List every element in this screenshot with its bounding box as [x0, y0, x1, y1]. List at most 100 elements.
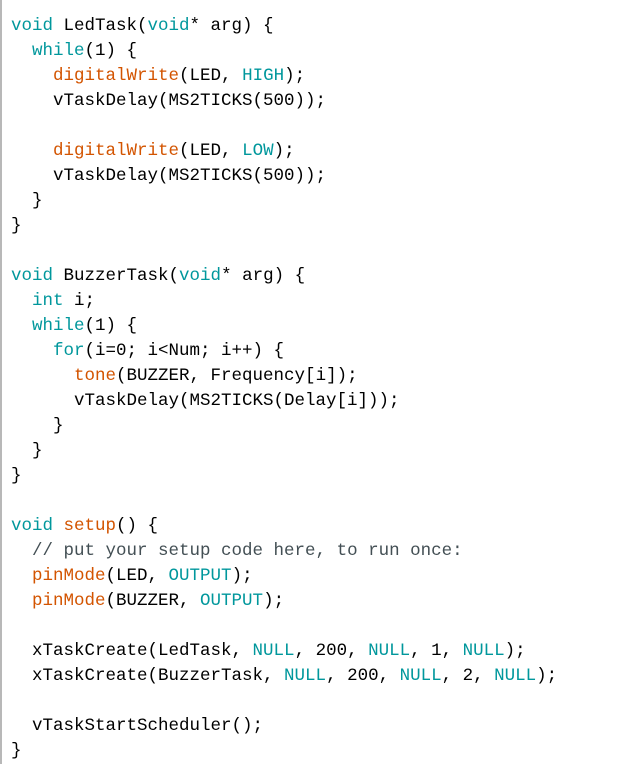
code-token: ); [273, 141, 295, 161]
code-token: (LED, [179, 66, 243, 86]
code-token: * arg) { [189, 16, 274, 36]
code-token: ); [504, 641, 526, 661]
code-token: vTaskDelay(MS2TICKS(500)); [11, 91, 327, 111]
code-token: BuzzerTask( [53, 266, 180, 286]
function-token: pinMode [32, 566, 106, 586]
code-line: while(1) { [11, 39, 557, 64]
code-line: } [11, 464, 557, 489]
code-token: (i=0; i<Num; i++) { [84, 341, 285, 361]
keyword-token: NULL [494, 666, 537, 686]
keyword-token: void [147, 16, 190, 36]
code-token: , 200, [326, 666, 400, 686]
function-token: setup [63, 516, 117, 536]
code-token: , 2, [441, 666, 495, 686]
keyword-token: NULL [462, 641, 505, 661]
code-line: void LedTask(void* arg) { [11, 14, 557, 39]
code-line: xTaskCreate(BuzzerTask, NULL, 200, NULL,… [11, 664, 557, 689]
code-line: } [11, 214, 557, 239]
keyword-token: void [11, 516, 54, 536]
code-editor[interactable]: void LedTask(void* arg) { while(1) { dig… [0, 0, 623, 764]
code-token: xTaskCreate(BuzzerTask, [11, 666, 285, 686]
comment-token: // put your setup code here, to run once… [32, 541, 463, 561]
function-token: digitalWrite [53, 141, 180, 161]
keyword-token: OUTPUT [168, 566, 232, 586]
code-token: ); [536, 666, 558, 686]
code-line: } [11, 414, 557, 439]
code-line: int i; [11, 289, 557, 314]
code-token: * arg) { [221, 266, 306, 286]
code-line: } [11, 189, 557, 214]
code-token: (BUZZER, Frequency[i]); [116, 366, 358, 386]
code-line: digitalWrite(LED, HIGH); [11, 64, 557, 89]
code-line: vTaskDelay(MS2TICKS(Delay[i])); [11, 389, 557, 414]
keyword-token: void [11, 266, 54, 286]
keyword-token: for [53, 341, 85, 361]
code-token: ); [284, 66, 306, 86]
code-line: pinMode(LED, OUTPUT); [11, 564, 557, 589]
code-token: (BUZZER, [105, 591, 201, 611]
code-line: vTaskDelay(MS2TICKS(500)); [11, 164, 557, 189]
code-token: } [11, 216, 22, 236]
code-line: } [11, 439, 557, 464]
code-token: ); [263, 591, 285, 611]
code-text-area[interactable]: void LedTask(void* arg) { while(1) { dig… [11, 14, 557, 764]
code-token: } [11, 741, 22, 761]
code-token: (1) { [84, 41, 138, 61]
code-token: () { [116, 516, 159, 536]
keyword-token: HIGH [242, 66, 285, 86]
code-line: } [11, 739, 557, 764]
code-line: vTaskDelay(MS2TICKS(500)); [11, 89, 557, 114]
code-token: } [11, 466, 22, 486]
code-token: vTaskDelay(MS2TICKS(500)); [11, 166, 327, 186]
code-token: LedTask( [53, 16, 148, 36]
function-token: tone [74, 366, 117, 386]
code-line: vTaskStartScheduler(); [11, 714, 557, 739]
code-token: , 200, [294, 641, 369, 661]
keyword-token: NULL [399, 666, 442, 686]
function-token: pinMode [32, 591, 106, 611]
code-token: vTaskDelay(MS2TICKS(Delay[i])); [11, 391, 400, 411]
code-line: void BuzzerTask(void* arg) { [11, 264, 557, 289]
keyword-token: NULL [252, 641, 295, 661]
keyword-token: NULL [368, 641, 411, 661]
code-line: tone(BUZZER, Frequency[i]); [11, 364, 557, 389]
code-token: vTaskStartScheduler(); [11, 716, 264, 736]
code-token: } [11, 416, 64, 436]
code-token: xTaskCreate(LedTask, [11, 641, 253, 661]
keyword-token: int [32, 291, 64, 311]
keyword-token: OUTPUT [200, 591, 264, 611]
keyword-token: void [179, 266, 222, 286]
code-token: } [11, 441, 43, 461]
code-token: ); [231, 566, 253, 586]
code-line: xTaskCreate(LedTask, NULL, 200, NULL, 1,… [11, 639, 557, 664]
keyword-token: NULL [284, 666, 327, 686]
code-token: (1) { [84, 316, 138, 336]
code-line: // put your setup code here, to run once… [11, 539, 557, 564]
code-token: (LED, [179, 141, 243, 161]
code-line: pinMode(BUZZER, OUTPUT); [11, 589, 557, 614]
function-token: digitalWrite [53, 66, 180, 86]
code-line: for(i=0; i<Num; i++) { [11, 339, 557, 364]
code-token: } [11, 191, 43, 211]
code-token: (LED, [105, 566, 169, 586]
keyword-token: void [11, 16, 54, 36]
code-token: , 1, [410, 641, 463, 661]
keyword-token: LOW [242, 141, 274, 161]
code-token: i; [63, 291, 96, 311]
